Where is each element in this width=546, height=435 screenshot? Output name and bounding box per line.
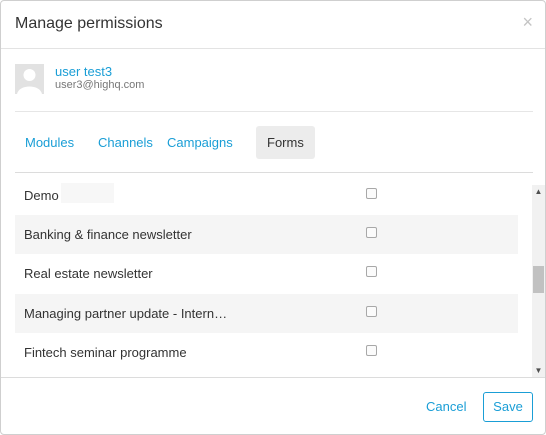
form-permission-checkbox[interactable] — [366, 188, 377, 199]
form-permission-checkbox[interactable] — [366, 227, 377, 238]
form-permission-checkbox[interactable] — [366, 306, 377, 317]
form-permission-checkbox[interactable] — [366, 345, 377, 356]
tab-channels[interactable]: Channels — [98, 126, 153, 159]
manage-permissions-dialog: Manage permissions × user test3 user3@hi… — [0, 0, 546, 435]
user-name-link[interactable]: user test3 — [55, 64, 112, 79]
list-item-form: Demo — [15, 177, 518, 215]
list-item-form: Banking & finance newsletter — [15, 215, 518, 254]
list-item-form: Real estate newsletter — [15, 254, 518, 293]
scroll-down-icon[interactable]: ▼ — [532, 364, 545, 377]
form-label: Real estate newsletter — [24, 266, 153, 281]
list-scrollbar[interactable]: ▲ ▼ — [532, 185, 545, 377]
form-permission-checkbox[interactable] — [366, 266, 377, 277]
user-email: user3@highq.com — [55, 79, 145, 91]
form-label: Managing partner update - Intern… — [24, 306, 228, 321]
dialog-title: Manage permissions — [15, 15, 163, 32]
divider — [1, 377, 545, 378]
divider — [15, 111, 533, 112]
divider — [15, 172, 533, 173]
save-button[interactable]: Save — [483, 392, 533, 422]
close-icon[interactable]: × — [522, 13, 533, 31]
tab-modules[interactable]: Modules — [25, 126, 74, 159]
tab-campaigns[interactable]: Campaigns — [167, 126, 233, 159]
form-label: Fintech seminar programme — [24, 345, 187, 360]
user-avatar-placeholder-icon — [15, 64, 44, 94]
redacted-text — [61, 183, 114, 203]
forms-list: Demo Banking & finance newsletter Real e… — [15, 177, 532, 377]
permission-tabs: Modules Channels Campaigns Forms — [15, 126, 535, 160]
form-label: Banking & finance newsletter — [24, 227, 192, 242]
list-item-form: Fintech seminar programme — [15, 333, 518, 372]
scroll-thumb[interactable] — [533, 266, 544, 293]
tab-forms[interactable]: Forms — [256, 126, 315, 159]
cancel-button[interactable]: Cancel — [419, 392, 473, 422]
scroll-up-icon[interactable]: ▲ — [532, 185, 545, 198]
form-label: Demo — [24, 188, 59, 203]
list-item-form: Managing partner update - Intern… — [15, 294, 518, 333]
dialog-header: Manage permissions × — [1, 1, 545, 49]
